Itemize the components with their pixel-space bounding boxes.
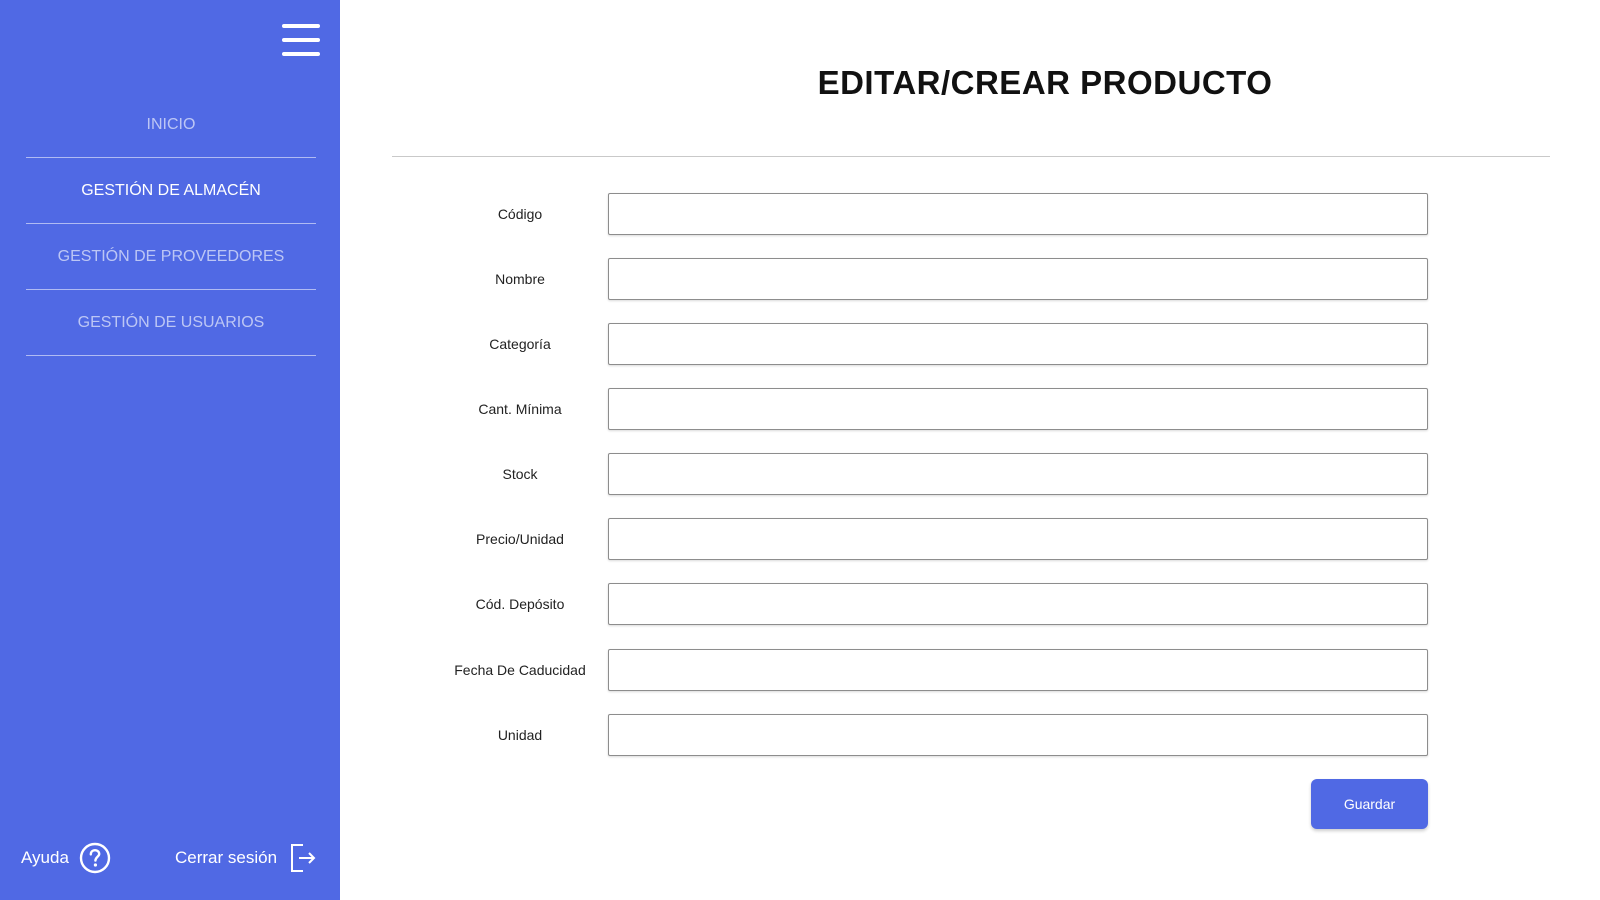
fecha-caducidad-label: Fecha De Caducidad <box>454 662 586 678</box>
nombre-label: Nombre <box>495 271 545 287</box>
logout-icon <box>289 842 317 874</box>
unidad-input[interactable] <box>608 714 1428 756</box>
form-row-cant-minima: Cant. Mínima <box>340 388 1600 430</box>
precio-unidad-input[interactable] <box>608 518 1428 560</box>
nombre-input[interactable] <box>608 258 1428 300</box>
hamburger-menu-icon[interactable] <box>282 24 320 58</box>
logout-label: Cerrar sesión <box>175 848 278 867</box>
form-row-codigo: Código <box>340 193 1600 235</box>
fecha-caducidad-input[interactable] <box>608 649 1428 691</box>
form-row-cod-deposito: Cód. Depósito <box>340 583 1600 625</box>
cant-minima-input[interactable] <box>608 388 1428 430</box>
stock-input[interactable] <box>608 453 1428 495</box>
main-content: EDITAR/CREAR PRODUCTO Código Nombre Cate… <box>340 0 1600 900</box>
codigo-label: Código <box>497 206 543 222</box>
categoria-input[interactable] <box>608 323 1428 365</box>
precio-unidad-label: Precio/Unidad <box>476 531 564 547</box>
page-title: EDITAR/CREAR PRODUCTO <box>817 64 1273 101</box>
sidebar-item-gestion-usuarios[interactable]: GESTIÓN DE USUARIOS <box>26 290 316 356</box>
sidebar-item-inicio[interactable]: INICIO <box>26 92 316 158</box>
form-row-categoria: Categoría <box>340 323 1600 365</box>
title-divider <box>392 156 1550 157</box>
sidebar: INICIO GESTIÓN DE ALMACÉN GESTIÓN DE PRO… <box>0 0 340 900</box>
cod-deposito-input[interactable] <box>608 583 1428 625</box>
form-row-fecha-caducidad: Fecha De Caducidad <box>340 649 1600 691</box>
logout-button[interactable]: Cerrar sesión <box>175 842 317 874</box>
sidebar-nav: INICIO GESTIÓN DE ALMACÉN GESTIÓN DE PRO… <box>26 92 316 356</box>
stock-label: Stock <box>502 466 538 482</box>
help-label: Ayuda <box>21 848 69 867</box>
sidebar-item-gestion-proveedores[interactable]: GESTIÓN DE PROVEEDORES <box>26 224 316 290</box>
question-circle-icon <box>79 842 111 874</box>
form-row-stock: Stock <box>340 453 1600 495</box>
cod-deposito-label: Cód. Depósito <box>475 596 565 612</box>
unidad-label: Unidad <box>497 727 543 743</box>
codigo-input[interactable] <box>608 193 1428 235</box>
cant-minima-label: Cant. Mínima <box>478 401 562 417</box>
form-row-unidad: Unidad <box>340 714 1600 756</box>
save-button[interactable]: Guardar <box>1311 779 1428 829</box>
help-button[interactable]: Ayuda <box>21 842 111 874</box>
categoria-label: Categoría <box>489 336 551 352</box>
sidebar-footer: Ayuda Cerrar sesión <box>0 842 340 886</box>
form-row-nombre: Nombre <box>340 258 1600 300</box>
form-row-precio-unidad: Precio/Unidad <box>340 518 1600 560</box>
sidebar-item-gestion-almacen[interactable]: GESTIÓN DE ALMACÉN <box>26 158 316 224</box>
